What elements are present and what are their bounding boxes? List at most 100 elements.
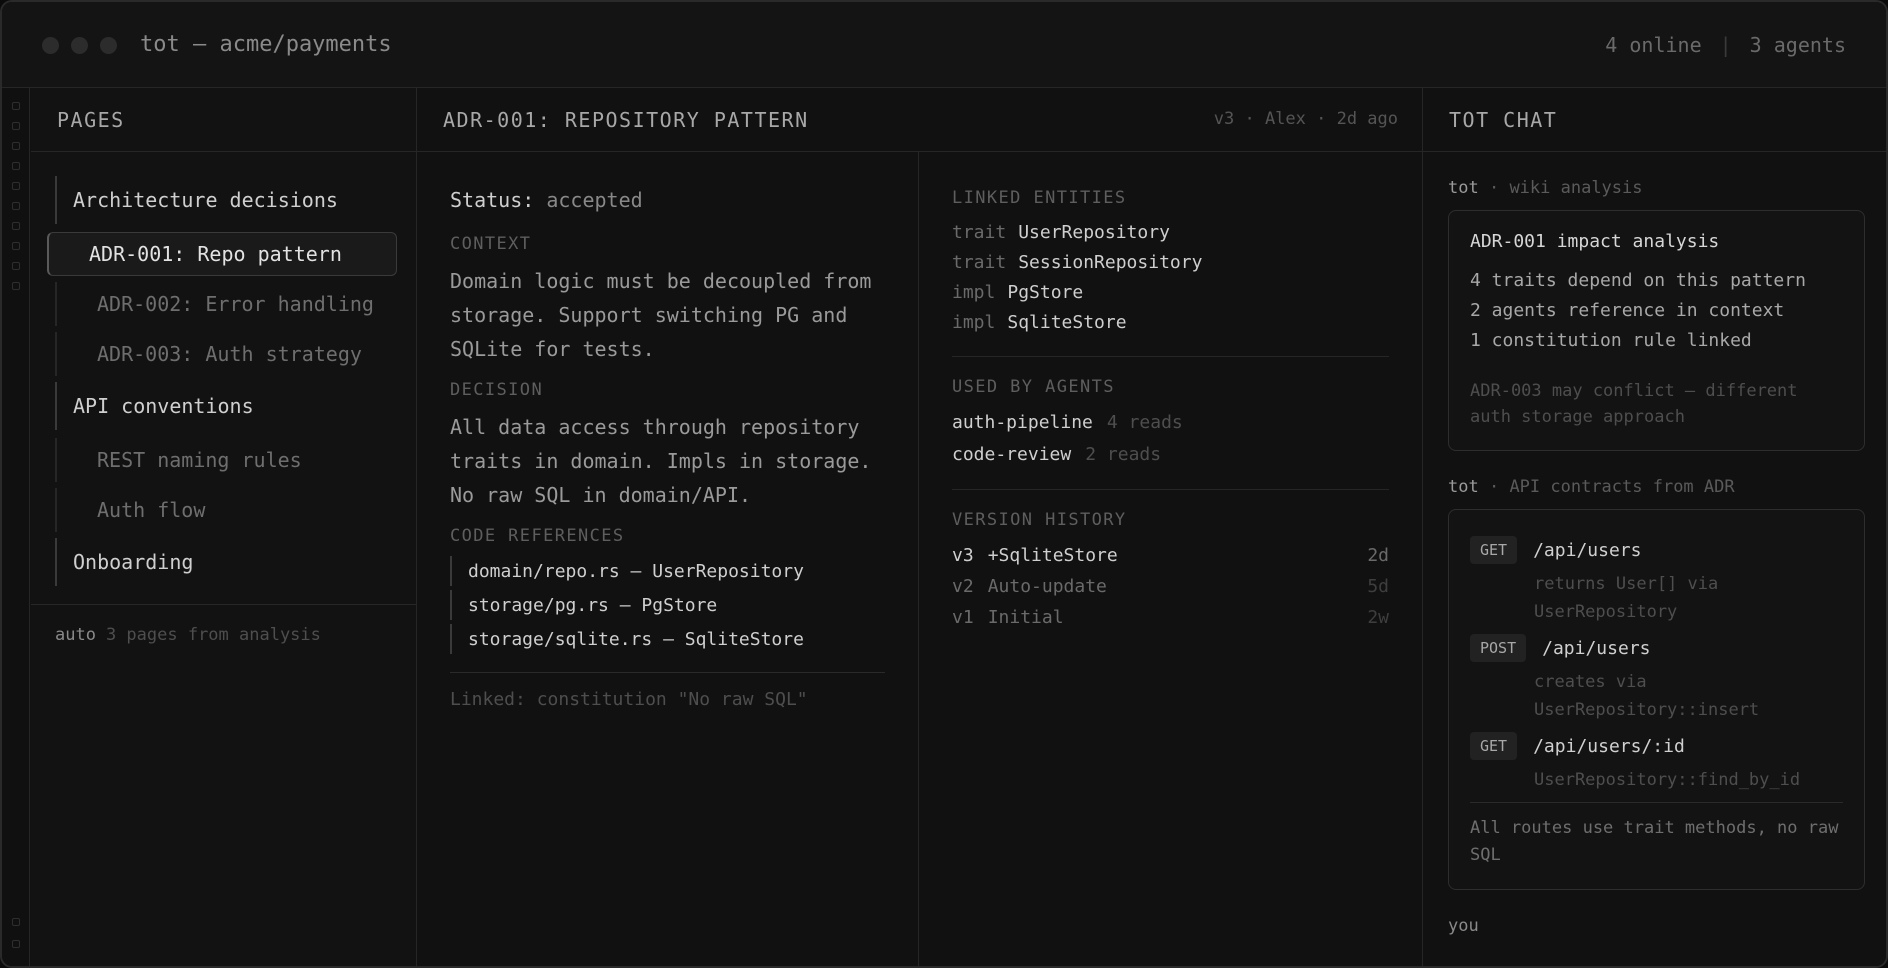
linked-entities-list: trait UserRepository trait SessionReposito… <box>952 218 1389 338</box>
rail-code-icon[interactable] <box>12 102 20 110</box>
app-window: tot — acme/payments 4 online | 3 agents … <box>0 0 1888 968</box>
entity-name: PgStore <box>1007 282 1084 303</box>
context-text: Domain logic must be decoupled from stor… <box>450 269 872 361</box>
api-route-row[interactable]: GET /api/users <box>1470 536 1843 564</box>
version-history-list: v3 +SqliteStore 2d v2 Auto-update 5d v1 Initi… <box>952 540 1389 633</box>
tree-item-rest-naming[interactable]: REST naming rules <box>55 438 395 482</box>
version-history-label: VERSION HISTORY <box>952 510 1127 530</box>
card-line: 4 traits depend on this pattern <box>1470 270 1806 291</box>
rail-dot-icon[interactable] <box>12 222 20 230</box>
agent-name: auth-pipeline <box>952 412 1093 433</box>
window-controls <box>42 37 117 54</box>
message-header: tot · wiki analysis <box>1448 178 1865 198</box>
version-text: +SqliteStore <box>987 545 1118 566</box>
document-panel: ADR-001: REPOSITORY PATTERN v3 · Alex · … <box>417 88 1423 966</box>
version-row[interactable]: v2 Auto-update 5d <box>952 571 1389 602</box>
conflict-note: ADR-003 may conflict — different auth st… <box>1470 381 1798 427</box>
page-tree: Architecture decisions ADR-001: Repo pat… <box>47 176 397 594</box>
tree-group-architecture[interactable]: Architecture decisions <box>55 176 395 224</box>
rail-dash-icon[interactable] <box>12 162 20 170</box>
rail-gear-icon[interactable] <box>12 940 20 948</box>
user-message-author: you <box>1448 916 1479 936</box>
http-method-badge: POST <box>1470 634 1527 662</box>
decision-text: All data access through repository trait… <box>450 415 872 507</box>
agent-reads: 2 reads <box>1085 444 1162 465</box>
tree-item-auth-flow[interactable]: Auth flow <box>55 488 395 532</box>
api-contracts-card: GET /api/users returns User[] via UserRe… <box>1448 509 1865 890</box>
document-divider <box>450 672 885 673</box>
agent-row[interactable]: auth-pipeline 4 reads <box>952 407 1389 439</box>
pages-panel: PAGES Architecture decisions ADR-001: Re… <box>31 88 417 966</box>
rail-circle-icon[interactable] <box>12 242 20 250</box>
version-text: Initial <box>987 607 1064 628</box>
activity-rail <box>2 88 30 966</box>
api-description: UserRepository::find_by_id <box>1534 770 1801 790</box>
api-route-row[interactable]: POST /api/users <box>1470 634 1843 662</box>
online-count: 4 online <box>1605 33 1702 57</box>
rail-user-icon[interactable] <box>12 918 20 926</box>
linked-entities-label: LINKED ENTITIES <box>952 188 1127 208</box>
decision-label: DECISION <box>450 380 544 400</box>
close-window-button[interactable] <box>42 37 59 54</box>
title-bar: tot — acme/payments 4 online | 3 agents <box>2 2 1886 88</box>
tree-item-adr-002[interactable]: ADR-002: Error handling <box>55 282 395 326</box>
document-title: ADR-001: REPOSITORY PATTERN <box>443 108 809 132</box>
entity-row[interactable]: impl PgStore <box>952 278 1389 308</box>
api-route-row[interactable]: GET /api/users/:id <box>1470 732 1843 760</box>
rail-list-icon[interactable] <box>12 262 20 270</box>
version-number: v2 <box>952 576 974 597</box>
auto-pages-count: 3 pages from analysis <box>105 625 321 645</box>
tree-item-adr-003[interactable]: ADR-003: Auth strategy <box>55 332 395 376</box>
entity-name: UserRepository <box>1018 222 1170 243</box>
document-content: Status: accepted CONTEXT Domain logic mu… <box>417 152 919 966</box>
tree-group-api-conventions[interactable]: API conventions <box>55 382 395 430</box>
version-age: 5d <box>1367 576 1389 597</box>
version-number: v1 <box>952 607 974 628</box>
tree-group-onboarding[interactable]: Onboarding <box>55 538 395 586</box>
entity-row[interactable]: trait UserRepository <box>952 218 1389 248</box>
api-path: /api/users/:id <box>1533 735 1685 757</box>
document-body: Status: accepted CONTEXT Domain logic mu… <box>417 152 1422 966</box>
entity-name: SqliteStore <box>1007 312 1127 333</box>
code-ref-repo[interactable]: domain/repo.rs — UserRepository <box>450 556 884 586</box>
message-header: tot · API contracts from ADR <box>1448 477 1865 497</box>
version-text: Auto-update <box>987 576 1107 597</box>
presence-status: 4 online | 3 agents <box>1605 33 1846 57</box>
sidebar-divider <box>952 356 1389 357</box>
version-age: 2d <box>1367 545 1389 566</box>
impact-analysis-card: ADR-001 impact analysis 4 traits depend … <box>1448 210 1865 451</box>
pages-footer: auto 3 pages from analysis <box>31 604 416 665</box>
api-description: creates via UserRepository::insert <box>1534 672 1760 720</box>
document-sidebar: LINKED ENTITIES trait UserRepository trai… <box>919 152 1422 966</box>
entity-row[interactable]: impl SqliteStore <box>952 308 1389 338</box>
version-row[interactable]: v1 Initial 2w <box>952 602 1389 633</box>
context-label: CONTEXT <box>450 234 532 254</box>
rail-diamond-icon[interactable] <box>12 122 20 130</box>
tree-item-adr-001[interactable]: ADR-001: Repo pattern <box>47 232 397 276</box>
linked-constitution-note[interactable]: Linked: constitution "No raw SQL" <box>450 689 884 710</box>
rail-grid-icon[interactable] <box>12 142 20 150</box>
message-topic: · API contracts from ADR <box>1488 477 1735 497</box>
rail-s-icon[interactable] <box>12 182 20 190</box>
entity-row[interactable]: trait SessionRepository <box>952 248 1389 278</box>
agent-row[interactable]: code-review 2 reads <box>952 439 1389 471</box>
http-method-badge: GET <box>1470 536 1518 564</box>
code-references-label: CODE REFERENCES <box>450 526 625 546</box>
chat-panel: TOT CHAT tot · wiki analysis ADR-001 imp… <box>1423 88 1886 966</box>
card-footer: All routes use trait methods, no raw SQL <box>1470 818 1839 865</box>
minimize-window-button[interactable] <box>71 37 88 54</box>
document-header: ADR-001: REPOSITORY PATTERN v3 · Alex · … <box>417 88 1422 152</box>
message-author: tot <box>1448 477 1479 497</box>
api-path: /api/users <box>1542 637 1651 659</box>
entity-kind: impl <box>952 282 996 303</box>
agents-count: 3 agents <box>1749 33 1846 57</box>
entity-kind: impl <box>952 312 996 333</box>
code-ref-sqlite[interactable]: storage/sqlite.rs — SqliteStore <box>450 624 884 654</box>
version-age: 2w <box>1367 607 1389 628</box>
rail-pin-icon[interactable] <box>12 282 20 290</box>
maximize-window-button[interactable] <box>100 37 117 54</box>
code-ref-pg[interactable]: storage/pg.rs — PgStore <box>450 590 884 620</box>
entity-name: SessionRepository <box>1018 252 1203 273</box>
rail-star-icon[interactable] <box>12 202 20 210</box>
version-row[interactable]: v3 +SqliteStore 2d <box>952 540 1389 571</box>
